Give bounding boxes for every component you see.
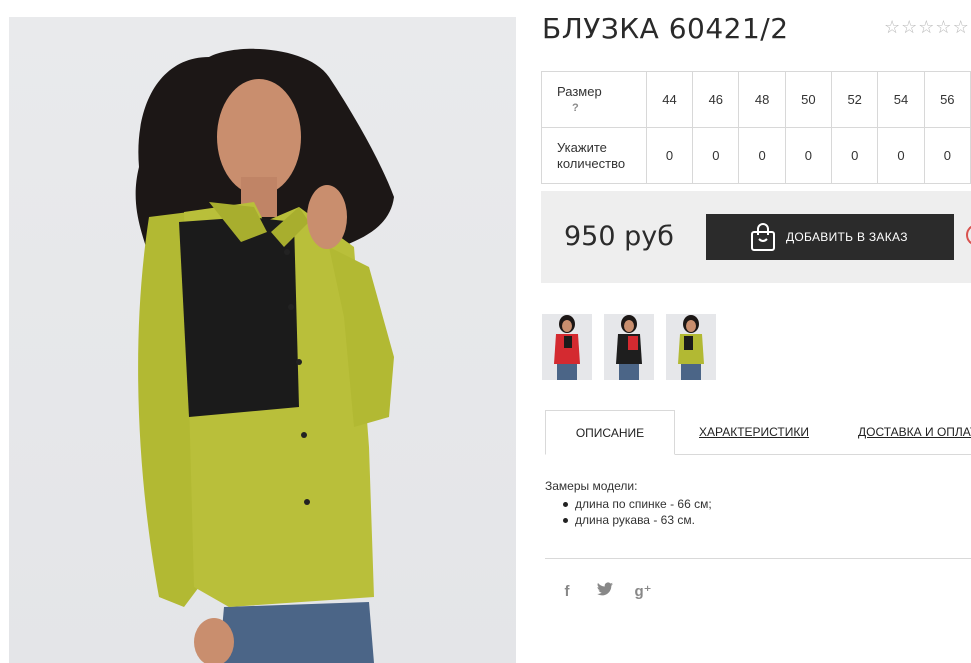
product-title: БЛУЗКА 60421/2 <box>542 12 789 45</box>
size-header-cell: Размер ? <box>541 71 647 128</box>
price: 950 руб <box>564 221 674 252</box>
size-cell: 48 <box>738 71 786 128</box>
thumbnail-red[interactable] <box>542 314 592 380</box>
list-item: длина по спинке - 66 см; <box>563 496 712 512</box>
rating-stars[interactable]: ☆ ☆ ☆ ☆ ☆ <box>884 18 969 36</box>
quantity-label-line1: Укажите <box>557 139 607 155</box>
model-photo <box>135 48 394 663</box>
size-help-icon[interactable]: ? <box>557 100 646 116</box>
quantity-input[interactable]: 0 <box>923 127 971 184</box>
tab-delivery-payment[interactable]: ДОСТАВКА И ОПЛАТА <box>858 410 971 455</box>
tab-description[interactable]: ОПИСАНИЕ <box>545 410 675 455</box>
social-share: f g⁺ <box>558 582 652 600</box>
quantity-input[interactable]: 0 <box>692 127 740 184</box>
size-cell: 44 <box>645 71 694 128</box>
size-cell: 52 <box>831 71 879 128</box>
thumbnail-olive[interactable] <box>666 314 716 380</box>
star-icon[interactable]: ☆ <box>918 18 934 36</box>
quantity-input[interactable]: 0 <box>784 127 833 184</box>
star-icon[interactable]: ☆ <box>901 18 917 36</box>
size-quantity-table: Размер ? 44 46 48 50 52 54 56 Укажите ко… <box>541 71 971 184</box>
product-tabs-row: ОПИСАНИЕ ХАРАКТЕРИСТИКИ ДОСТАВКА И ОПЛАТ… <box>545 410 971 456</box>
size-cell: 56 <box>923 71 971 128</box>
size-label: Размер <box>557 83 602 99</box>
twitter-icon[interactable] <box>596 582 614 600</box>
quantity-header-cell: Укажите количество <box>541 127 647 184</box>
thumbnail-black-red[interactable] <box>604 314 654 380</box>
measurements-list: длина по спинке - 66 см; длина рукава - … <box>545 496 712 528</box>
googleplus-icon[interactable]: g⁺ <box>634 582 652 600</box>
size-cell: 54 <box>877 71 925 128</box>
add-to-order-label: ДОБАВИТЬ В ЗАКАЗ <box>786 230 908 244</box>
size-row: Размер ? 44 46 48 50 52 54 56 <box>541 71 971 128</box>
quantity-input[interactable]: 0 <box>877 127 925 184</box>
tab-characteristics[interactable]: ХАРАКТЕРИСТИКИ <box>699 410 809 455</box>
quantity-label-line2: количество <box>557 155 626 171</box>
quantity-input[interactable]: 0 <box>831 127 879 184</box>
star-icon[interactable]: ☆ <box>935 18 951 36</box>
shopping-bag-icon <box>750 223 776 251</box>
add-to-order-button[interactable]: ДОБАВИТЬ В ЗАКАЗ <box>706 214 954 260</box>
description-panel: Замеры модели: длина по спинке - 66 см; … <box>545 478 712 528</box>
divider <box>545 558 971 559</box>
quantity-row: Укажите количество 0 0 0 0 0 0 0 <box>541 127 971 184</box>
buy-box: 950 руб ДОБАВИТЬ В ЗАКАЗ <box>541 191 971 283</box>
star-icon[interactable]: ☆ <box>884 18 900 36</box>
star-icon[interactable]: ☆ <box>953 18 969 36</box>
size-cell: 50 <box>784 71 833 128</box>
thumbnail-strip <box>542 314 716 380</box>
product-main-image[interactable] <box>9 17 516 663</box>
wishlist-heart-icon[interactable] <box>966 224 971 246</box>
facebook-icon[interactable]: f <box>558 583 576 600</box>
size-cell: 46 <box>692 71 740 128</box>
description-heading: Замеры модели: <box>545 479 638 493</box>
list-item: длина рукава - 63 см. <box>563 512 712 528</box>
quantity-input[interactable]: 0 <box>645 127 694 184</box>
quantity-input[interactable]: 0 <box>738 127 786 184</box>
